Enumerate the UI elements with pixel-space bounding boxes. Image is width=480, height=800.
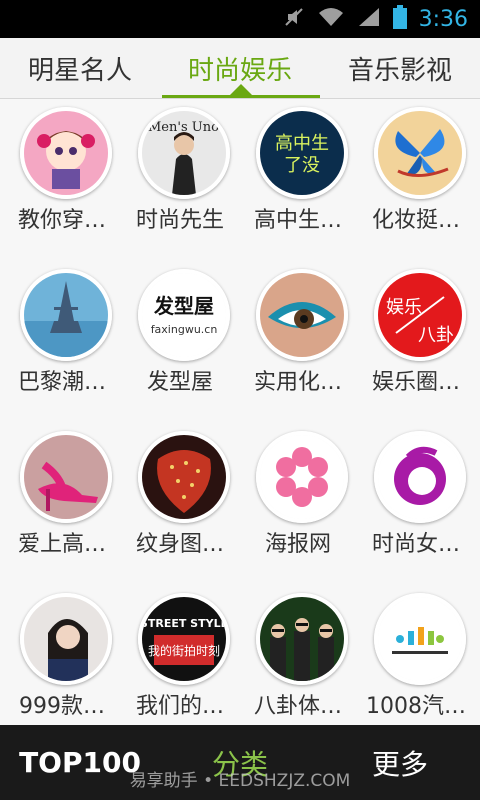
pink-flower-avatar bbox=[256, 431, 348, 523]
grid-item[interactable]: 时尚女… bbox=[356, 423, 476, 585]
channel-grid: 教你穿… Men's Uno 时尚先生 高中生 了没 高中生… 化妆挺… 巴黎潮…… bbox=[0, 99, 480, 725]
grid-item[interactable]: 1008汽… bbox=[356, 585, 476, 725]
clock: 3:36 bbox=[418, 6, 468, 32]
status-bar: 3:36 bbox=[0, 0, 480, 38]
grid-item[interactable]: 999款… bbox=[2, 585, 122, 725]
grid-item[interactable]: 纹身图… bbox=[120, 423, 240, 585]
grid-item[interactable]: 发型屋 faxingwu.cn 发型屋 bbox=[120, 261, 240, 423]
faxingwu-text: 发型屋 bbox=[153, 294, 214, 318]
grid-item-label: 高中生… bbox=[253, 208, 342, 233]
grid-item[interactable]: 娱乐八卦 娱乐圈… bbox=[356, 261, 476, 423]
faxingwu-url: faxingwu.cn bbox=[151, 323, 218, 336]
battery-icon bbox=[392, 5, 407, 33]
grid-item[interactable]: Men's Uno 时尚先生 bbox=[120, 99, 240, 261]
girl-portrait-avatar bbox=[20, 593, 112, 685]
grid-item[interactable]: 爱上高… bbox=[2, 423, 122, 585]
highschool-text-avatar: 高中生 了没 bbox=[256, 107, 348, 199]
psy-group-avatar bbox=[256, 593, 348, 685]
radio-1008-logo-avatar bbox=[374, 593, 466, 685]
tab-celebrities[interactable]: 明星名人 bbox=[0, 38, 160, 98]
grid-item-label: 教你穿… bbox=[17, 208, 106, 233]
grid-item[interactable]: 巴黎潮… bbox=[2, 261, 122, 423]
grid-item-label: 纹身图… bbox=[135, 532, 224, 557]
grid-item[interactable]: 化妆挺… bbox=[356, 99, 476, 261]
mute-icon bbox=[283, 6, 305, 32]
grid-item-label: 八卦体… bbox=[253, 694, 342, 719]
street-style-text: STREET STYLE bbox=[142, 617, 226, 630]
eiffel-tower-avatar bbox=[20, 269, 112, 361]
gossip-text-1: 娱乐 bbox=[386, 297, 422, 318]
grid-item-label: 化妆挺… bbox=[371, 208, 460, 233]
grid-item-label: 1008汽… bbox=[366, 694, 466, 719]
grid-item-label: 时尚先生 bbox=[135, 208, 224, 233]
gossip-text-2: 八卦 bbox=[418, 325, 454, 346]
grid-item-label: 发型屋 bbox=[146, 370, 213, 395]
active-tab-indicator bbox=[230, 84, 252, 95]
grid-item[interactable]: 海报网 bbox=[238, 423, 358, 585]
grid-item[interactable]: 实用化… bbox=[238, 261, 358, 423]
butterfly-avatar bbox=[374, 107, 466, 199]
grid-item[interactable]: STREET STYLE 我的街拍时刻 我们的… bbox=[120, 585, 240, 725]
street-style-avatar: STREET STYLE 我的街拍时刻 bbox=[138, 593, 230, 685]
grid-item-label: 爱上高… bbox=[17, 532, 106, 557]
grid-item[interactable]: 八卦体… bbox=[238, 585, 358, 725]
wifi-icon bbox=[317, 6, 345, 32]
street-style-sub: 我的街拍时刻 bbox=[148, 643, 220, 658]
eye-makeup-avatar bbox=[256, 269, 348, 361]
grid-item[interactable]: 高中生 了没 高中生… bbox=[238, 99, 358, 261]
anime-girl-avatar bbox=[20, 107, 112, 199]
highschool-text: 高中生 bbox=[275, 133, 329, 154]
high-heels-avatar bbox=[20, 431, 112, 523]
highschool-text-2: 了没 bbox=[284, 155, 320, 176]
grid-item-label: 实用化… bbox=[253, 370, 342, 395]
grid-item-label: 娱乐圈… bbox=[371, 370, 460, 395]
strawberry-avatar bbox=[138, 431, 230, 523]
purple-swirl-avatar bbox=[374, 431, 466, 523]
watermark: 易享助手 • EEDSHZJZ.COM bbox=[129, 771, 351, 791]
grid-item-label: 999款… bbox=[19, 694, 105, 719]
signal-icon bbox=[357, 6, 381, 32]
grid-item-label: 海报网 bbox=[264, 532, 331, 557]
grid-item-label: 时尚女… bbox=[371, 532, 460, 557]
fashion-magazine-avatar: Men's Uno bbox=[138, 107, 230, 199]
grid-item-label: 巴黎潮… bbox=[17, 370, 106, 395]
grid-item-label: 我们的… bbox=[135, 694, 224, 719]
faxingwu-logo-avatar: 发型屋 faxingwu.cn bbox=[138, 269, 230, 361]
tab-music-film[interactable]: 音乐影视 bbox=[320, 38, 480, 98]
gossip-logo-avatar: 娱乐八卦 bbox=[374, 269, 466, 361]
grid-item[interactable]: 教你穿… bbox=[2, 99, 122, 261]
